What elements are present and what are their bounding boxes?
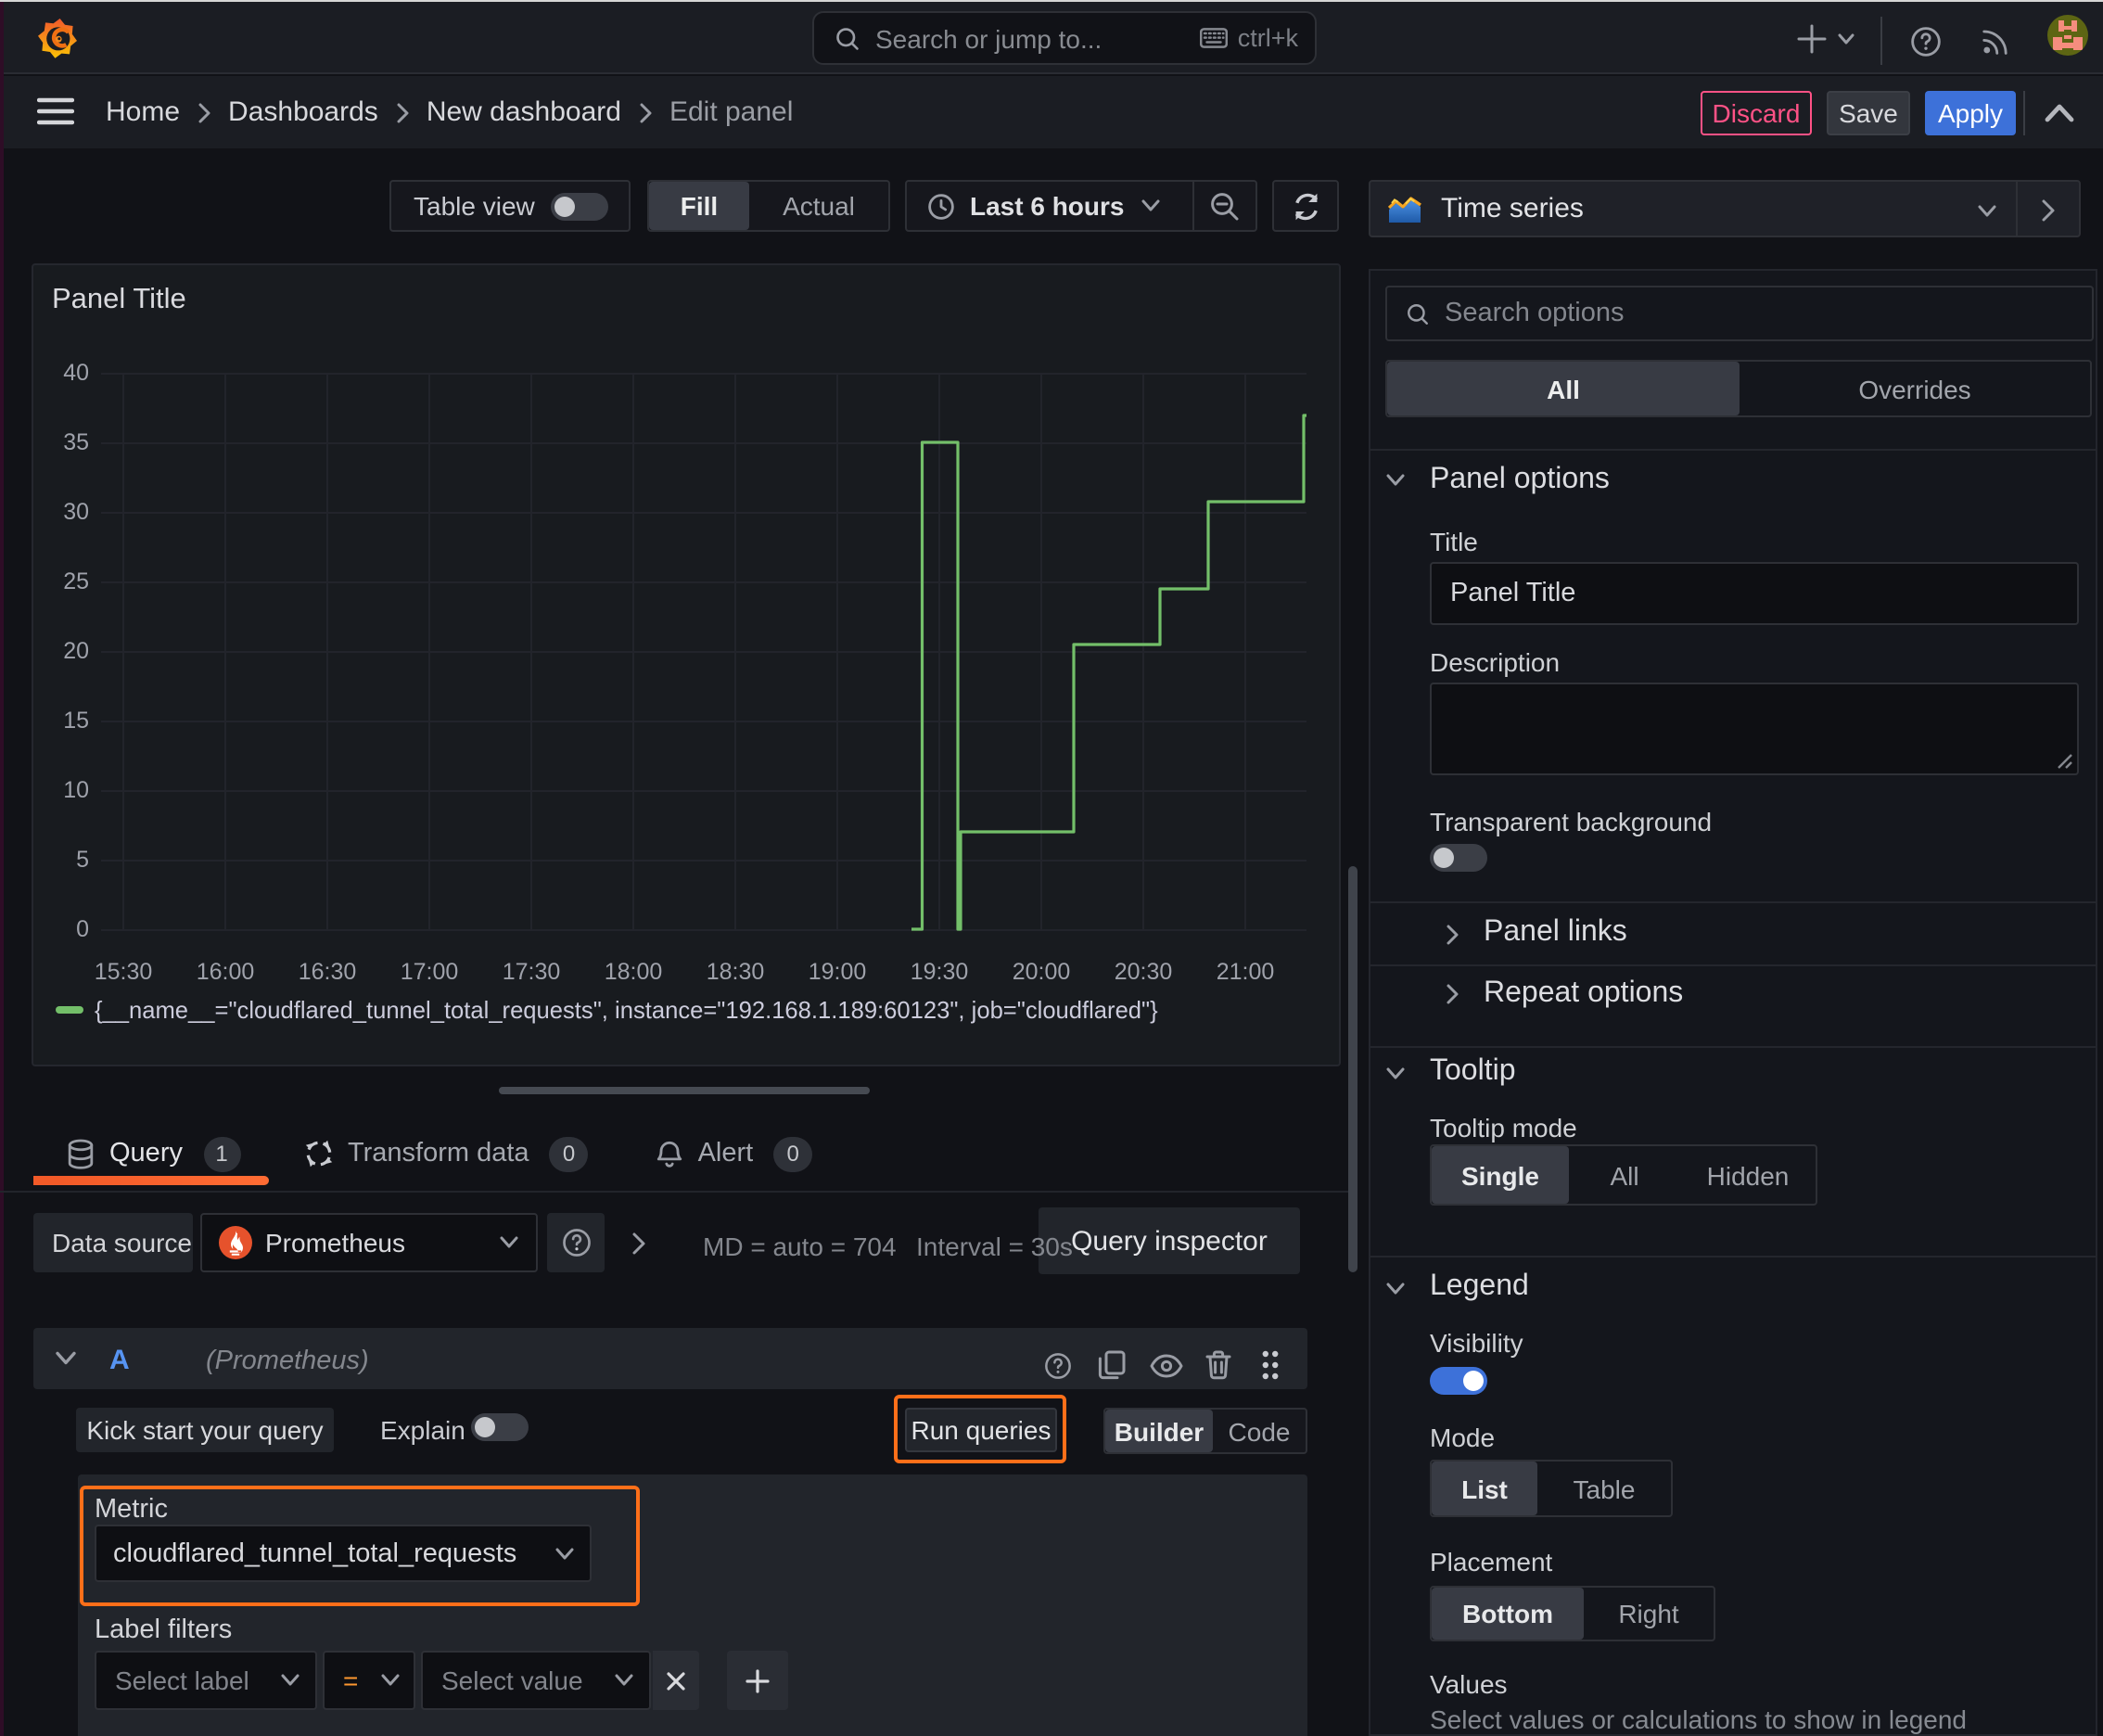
svg-text:17:30: 17:30 [503,959,561,985]
svg-text:40: 40 [63,360,89,386]
svg-text:10: 10 [63,777,89,803]
svg-text:20:30: 20:30 [1115,959,1173,985]
svg-text:19:30: 19:30 [911,959,969,985]
svg-text:18:00: 18:00 [605,959,663,985]
svg-text:19:00: 19:00 [809,959,867,985]
svg-text:35: 35 [63,429,89,455]
svg-text:20:00: 20:00 [1013,959,1071,985]
svg-text:{__name__="cloudflared_tunnel_: {__name__="cloudflared_tunnel_total_requ… [95,998,1158,1024]
svg-text:18:30: 18:30 [707,959,765,985]
svg-text:30: 30 [63,499,89,525]
svg-text:0: 0 [76,916,89,942]
svg-text:16:00: 16:00 [197,959,255,985]
svg-text:20: 20 [63,638,89,664]
svg-text:16:30: 16:30 [299,959,357,985]
svg-text:5: 5 [76,847,89,873]
svg-text:21:00: 21:00 [1217,959,1275,985]
svg-text:15: 15 [63,708,89,734]
svg-text:15:30: 15:30 [95,959,153,985]
svg-text:25: 25 [63,568,89,594]
svg-text:17:00: 17:00 [401,959,459,985]
